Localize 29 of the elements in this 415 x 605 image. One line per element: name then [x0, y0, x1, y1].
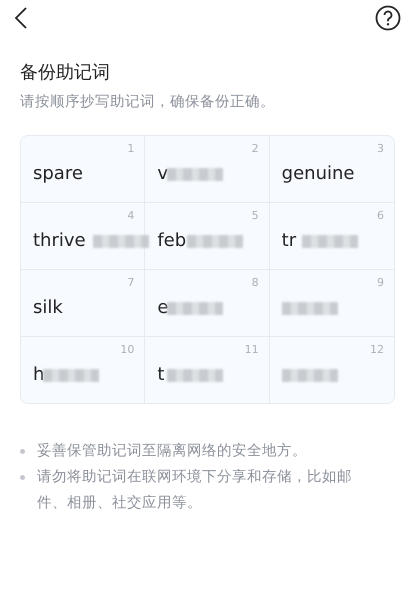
mnemonic-word: h: [33, 364, 44, 384]
mnemonic-word: thrive: [33, 230, 86, 250]
word-number: 2: [252, 142, 259, 155]
word-number: 12: [370, 343, 384, 356]
mnemonic-word: spare: [33, 162, 83, 184]
word-number: 5: [252, 209, 259, 222]
word-number: 1: [127, 142, 134, 155]
word-number: 9: [377, 276, 384, 289]
tip-text: 请勿将助记词在联网环境下分享和存储，比如邮件、相册、社交应用等。: [37, 468, 353, 513]
word-number: 6: [377, 209, 384, 222]
bullet-icon: [20, 475, 25, 480]
word-number: 10: [120, 343, 134, 356]
help-button[interactable]: [373, 3, 403, 33]
page-subtitle: 请按顺序抄写助记词，确保备份正确。: [20, 93, 276, 111]
mnemonic-word: v: [157, 162, 168, 184]
mnemonic-word: silk: [33, 296, 63, 318]
mnemonic-word: e: [157, 296, 168, 318]
word-number: 7: [127, 276, 134, 289]
mnemonic-word: tr: [282, 230, 296, 250]
mnemonic-word: genuine: [282, 162, 354, 184]
page-title: 备份助记词: [20, 61, 111, 84]
tip-text: 妥善保管助记词至隔离网络的安全地方。: [37, 442, 307, 461]
word-number: 3: [377, 142, 384, 155]
mnemonic-word: feb: [157, 230, 186, 250]
bullet-icon: [20, 449, 25, 454]
mnemonic-word: t: [157, 364, 164, 384]
word-number: 11: [244, 343, 259, 356]
word-number: 8: [252, 276, 259, 289]
word-number: 4: [127, 209, 134, 222]
